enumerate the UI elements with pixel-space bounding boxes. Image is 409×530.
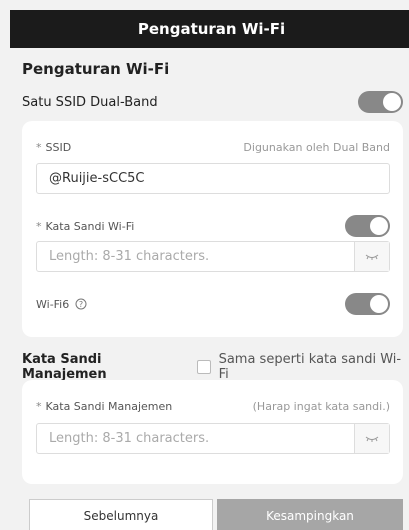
management-password-hint: (Harap ingat kata sandi.) — [252, 400, 390, 413]
wifi6-row: Wi-Fi6 ? — [36, 293, 390, 315]
header-bar: Pengaturan Wi-Fi — [10, 10, 409, 48]
wifi-password-placeholder: Length: 8-31 characters. — [49, 249, 210, 264]
wifi6-toggle[interactable] — [345, 293, 390, 315]
question-circle-icon[interactable]: ? — [75, 298, 87, 310]
wifi-password-label: * Kata Sandi Wi-Fi — [36, 220, 134, 233]
toggle-knob — [383, 93, 401, 111]
section-title: Pengaturan Wi-Fi — [22, 60, 170, 78]
wifi6-label-group: Wi-Fi6 ? — [36, 298, 87, 311]
wifi-password-label-row: * Kata Sandi Wi-Fi — [36, 215, 390, 237]
required-mark: * — [36, 141, 42, 154]
required-mark: * — [36, 400, 42, 413]
toggle-knob — [370, 295, 388, 313]
wifi-password-toggle[interactable] — [345, 215, 390, 237]
header-title: Pengaturan Wi-Fi — [137, 20, 286, 38]
eye-closed-icon[interactable] — [354, 424, 389, 453]
dual-band-row: Satu SSID Dual-Band — [22, 91, 403, 113]
wifi-password-input[interactable]: Length: 8-31 characters. — [36, 241, 390, 272]
required-mark: * — [36, 219, 42, 233]
eye-closed-glyph — [365, 436, 379, 442]
same-as-wifi-checkbox[interactable] — [196, 360, 211, 374]
ssid-label-row: * SSID Digunakan oleh Dual Band — [36, 141, 390, 154]
ssid-input[interactable]: @Ruijie-sCC5C — [36, 163, 390, 194]
eye-closed-icon[interactable] — [354, 242, 389, 271]
skip-button[interactable]: Kesampingkan — [217, 499, 403, 530]
management-password-label-row: * Kata Sandi Manajemen (Harap ingat kata … — [36, 400, 390, 413]
management-title: Kata Sandi Manajemen — [22, 352, 107, 382]
ssid-label: * SSID — [36, 141, 71, 154]
management-password-input[interactable]: Length: 8-31 characters. — [36, 423, 390, 454]
dual-band-toggle[interactable] — [358, 91, 403, 113]
management-password-placeholder: Length: 8-31 characters. — [49, 431, 210, 446]
ssid-hint: Digunakan oleh Dual Band — [243, 141, 390, 154]
management-password-label-text: Kata Sandi Manajemen — [45, 400, 173, 413]
wifi-password-label-text: Kata Sandi Wi-Fi — [45, 219, 135, 233]
same-as-wifi-label[interactable]: Sama seperti kata sandi Wi-Fi — [219, 352, 409, 382]
management-card: * Kata Sandi Manajemen (Harap ingat kata … — [22, 380, 403, 484]
management-header: Kata Sandi Manajemen Sama seperti kata s… — [22, 352, 409, 382]
wifi6-label: Wi-Fi6 — [36, 297, 70, 311]
toggle-knob — [370, 217, 388, 235]
ssid-input-value: @Ruijie-sCC5C — [49, 171, 145, 186]
ssid-label-text: SSID — [45, 141, 72, 154]
eye-closed-glyph — [365, 254, 379, 260]
dual-band-label: Satu SSID Dual-Band — [22, 94, 158, 110]
wifi-settings-card: * SSID Digunakan oleh Dual Band @Ruijie-s… — [22, 121, 403, 337]
help-glyph: ? — [75, 298, 87, 310]
previous-button[interactable]: Sebelumnya — [29, 499, 213, 530]
svg-text:?: ? — [79, 300, 83, 309]
management-password-label: * Kata Sandi Manajemen — [36, 400, 172, 413]
